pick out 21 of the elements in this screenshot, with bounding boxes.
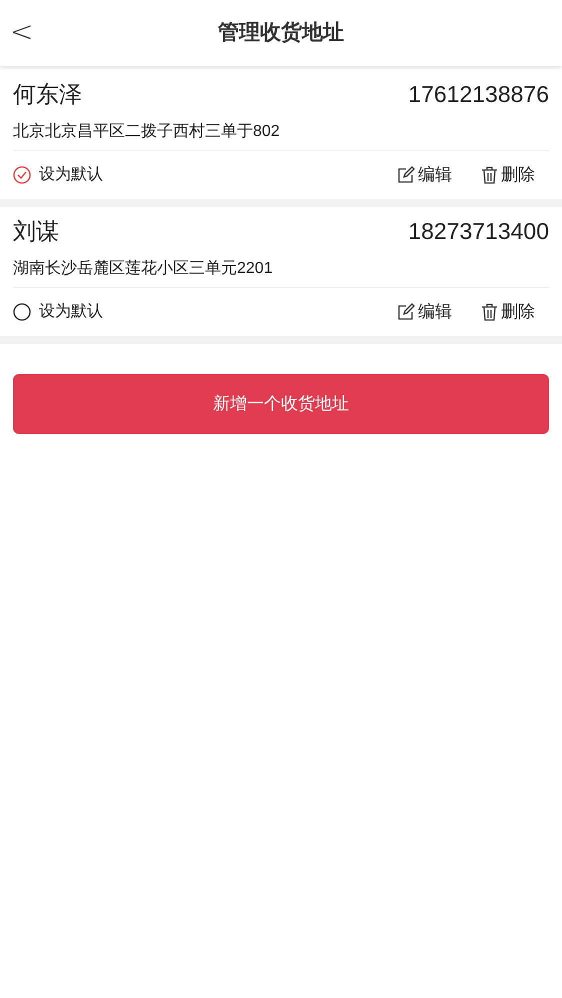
page-title: 管理收货地址 [218, 20, 344, 46]
phone-number: 18273713400 [408, 216, 549, 246]
edit-button[interactable]: 编辑 [397, 162, 452, 188]
default-radio[interactable]: 设为默认 [13, 300, 103, 324]
checked-circle-icon [13, 166, 31, 184]
default-radio[interactable]: 设为默认 [13, 163, 103, 187]
edit-icon [397, 166, 415, 184]
address-text: 湖南长沙岳麓区莲花小区三单元2201 [13, 247, 549, 288]
add-address-button[interactable]: 新增一个收货地址 [13, 374, 549, 434]
phone-number: 17612138876 [408, 80, 549, 109]
delete-button[interactable]: 删除 [481, 299, 535, 325]
edit-button[interactable]: 编辑 [397, 299, 452, 325]
recipient-name: 刘谋 [13, 216, 59, 246]
back-button[interactable]: < [10, 16, 34, 48]
recipient-name: 何东泽 [13, 80, 82, 109]
edit-icon [397, 303, 415, 321]
address-text: 北京北京昌平区二拨子西村三单于802 [13, 110, 549, 151]
trash-icon [481, 303, 498, 321]
trash-icon [481, 166, 498, 184]
delete-button[interactable]: 删除 [481, 162, 535, 188]
empty-circle-icon [13, 303, 31, 321]
